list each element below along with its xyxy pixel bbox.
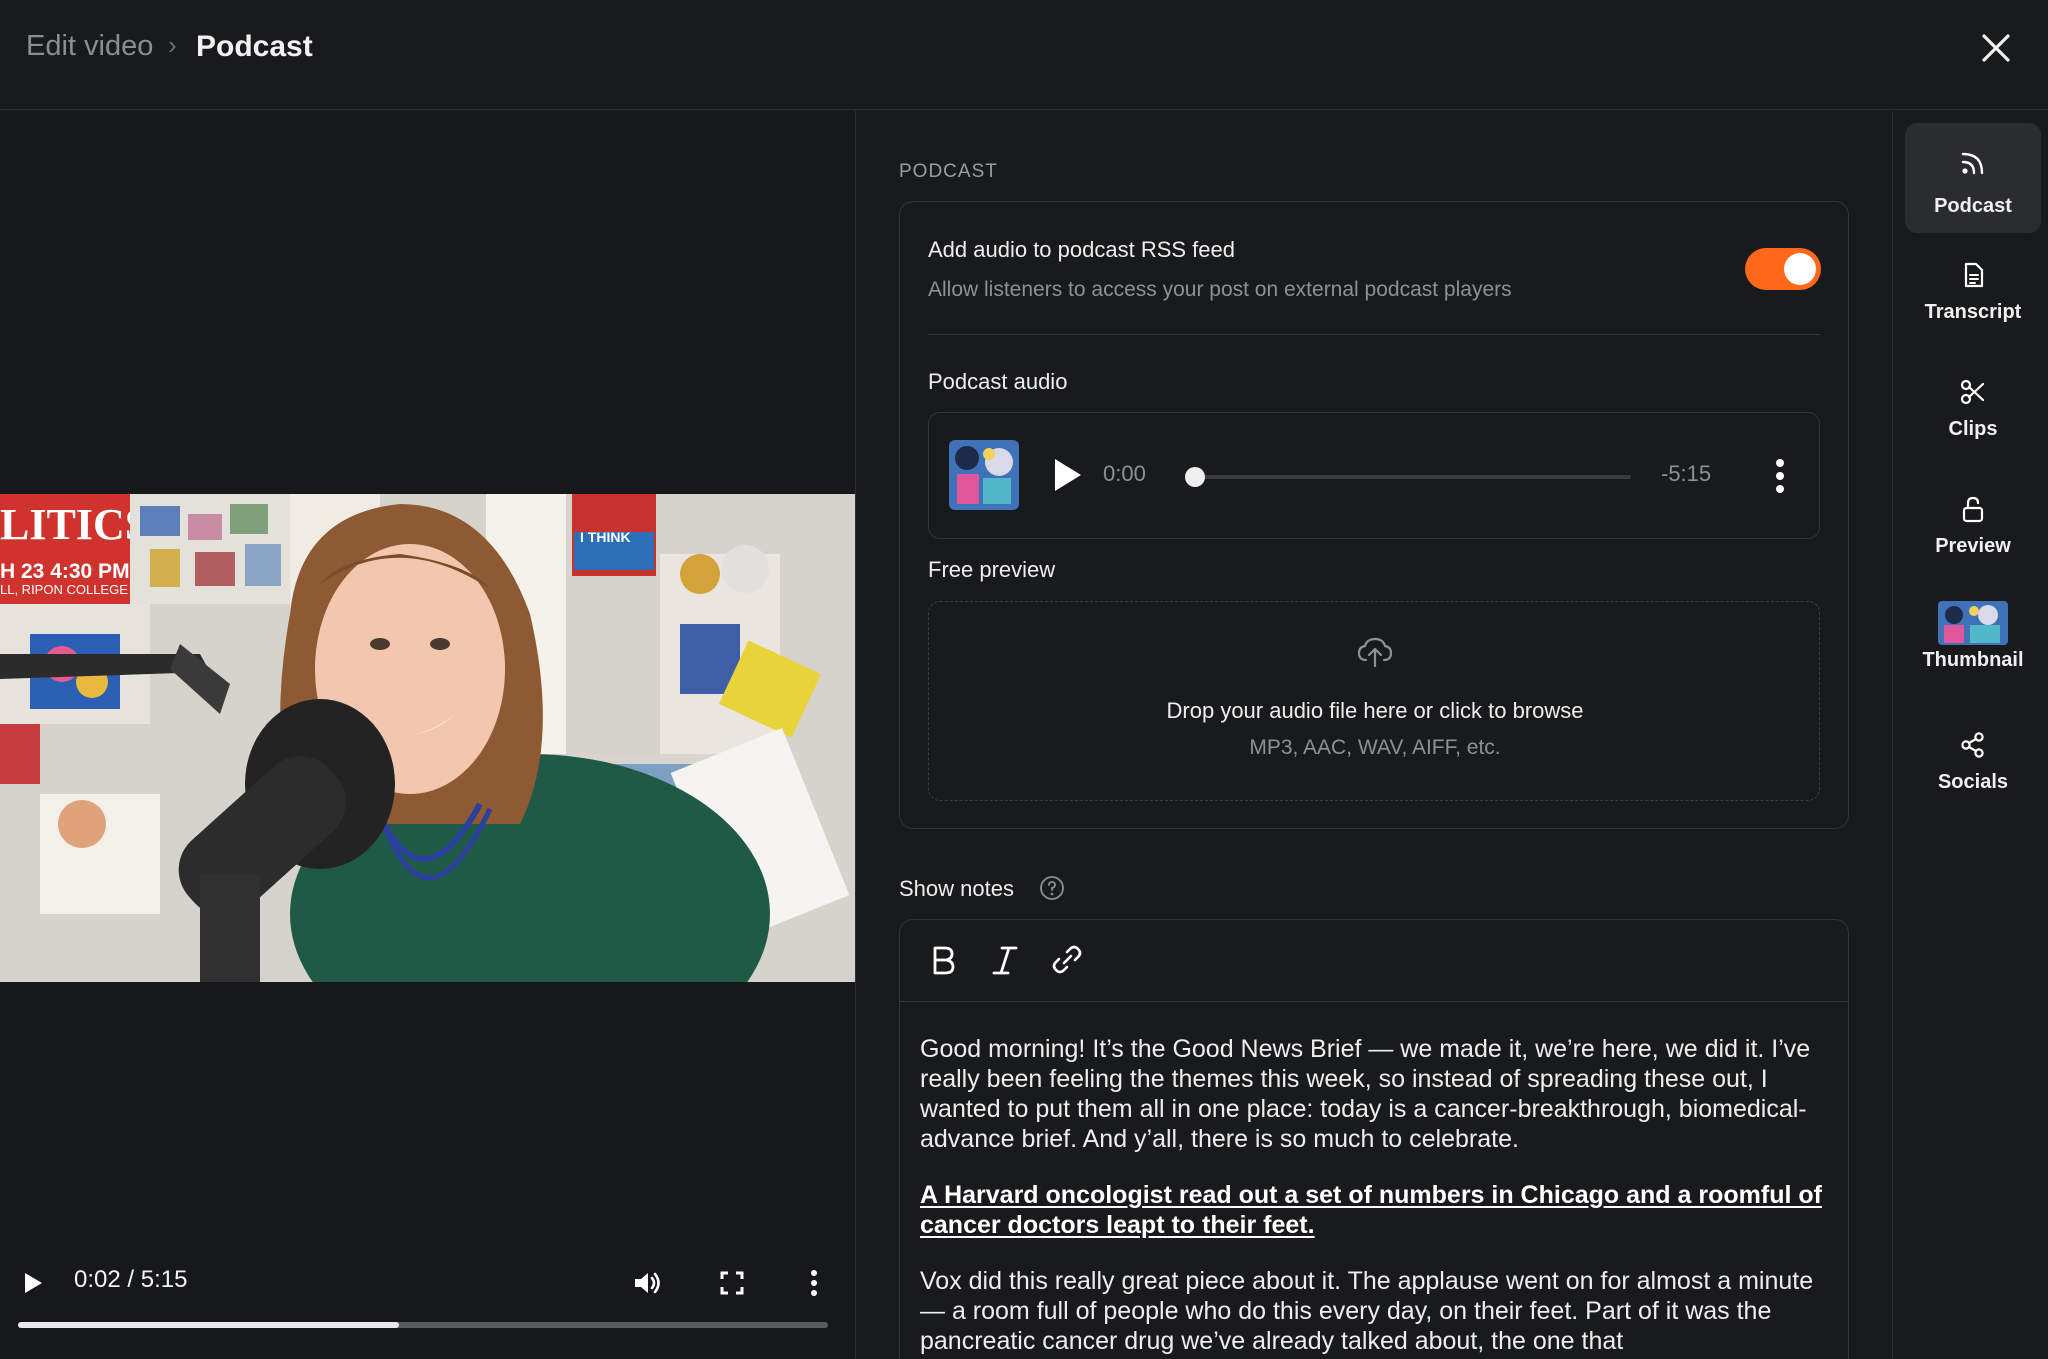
help-icon[interactable] (1039, 875, 1065, 901)
card-divider (928, 334, 1820, 335)
scissors-icon (1960, 379, 1985, 405)
document-icon (1964, 262, 1984, 288)
podcast-settings-panel: PODCAST Add audio to podcast RSS feed Al… (857, 111, 1891, 1359)
audio-scrubber-handle[interactable] (1185, 467, 1205, 487)
section-label: PODCAST (899, 161, 998, 182)
rail-item-clips[interactable]: Clips (1905, 358, 2041, 468)
rail-label-socials: Socials (1937, 771, 2009, 793)
rss-feed-title: Add audio to podcast RSS feed (928, 237, 1235, 262)
breadcrumb-separator: › (168, 30, 177, 60)
free-preview-label: Free preview (928, 557, 1056, 582)
show-notes-label: Show notes (899, 876, 1014, 901)
notes-paragraph-2: Vox did this really great piece about it… (920, 1267, 1814, 1355)
video-frame[interactable]: LITICS H 23 4:30 PM LL, RIPON COLLEGE I … (0, 494, 855, 982)
volume-icon[interactable] (632, 1269, 664, 1297)
unlock-icon (1962, 496, 1984, 523)
notes-heading-link[interactable]: A Harvard oncologist read out a set of n… (920, 1181, 1822, 1239)
video-progress-bar[interactable] (18, 1322, 828, 1328)
rail-label-podcast: Podcast (1934, 195, 2012, 217)
italic-icon[interactable] (988, 942, 1022, 978)
breadcrumb-current-page: Podcast (196, 30, 313, 63)
toggle-knob (1784, 253, 1816, 285)
notes-paragraph-1: Good morning! It’s the Good News Brief —… (920, 1035, 1811, 1153)
rail-item-transcript[interactable]: Transcript (1905, 241, 2041, 351)
dropzone-title: Drop your audio file here or click to br… (1166, 698, 1584, 723)
rss-icon (1961, 152, 1984, 175)
frame-sign-line3: LL, RIPON COLLEGE (0, 582, 128, 597)
frame-poster-text: I THINK (580, 529, 631, 545)
share-icon (1961, 732, 1984, 758)
video-more-icon[interactable] (808, 1269, 820, 1297)
show-notes-editor[interactable]: Good morning! It’s the Good News Brief —… (899, 919, 1849, 1359)
video-player: LITICS H 23 4:30 PM LL, RIPON COLLEGE I … (0, 111, 856, 1359)
rail-label-preview: Preview (1935, 535, 2011, 557)
frame-sign-line1: LITICS (0, 500, 149, 549)
rail-label-transcript: Transcript (1924, 301, 2022, 323)
show-notes-content[interactable]: Good morning! It’s the Good News Brief —… (920, 1034, 1832, 1359)
audio-current-time: 0:00 (1103, 461, 1146, 486)
rss-feed-subtitle: Allow listeners to access your post on e… (928, 278, 1512, 301)
close-icon[interactable] (1978, 30, 2014, 66)
dropzone-formats: MP3, AAC, WAV, AIFF, etc. (1249, 736, 1501, 759)
audio-remaining-time: -5:15 (1661, 461, 1712, 486)
audio-more-icon[interactable] (1775, 457, 1785, 495)
editor-toolbar (900, 920, 1848, 1002)
fullscreen-icon[interactable] (718, 1269, 746, 1297)
link-icon[interactable] (1050, 942, 1084, 978)
bold-icon[interactable] (926, 942, 960, 978)
top-bar: Edit video › Podcast (0, 0, 2048, 110)
rail-item-thumbnail[interactable]: Thumbnail (1905, 601, 2041, 711)
audio-play-icon[interactable] (1053, 457, 1083, 493)
podcast-audio-player: 0:00 -5:15 (928, 412, 1820, 539)
video-play-icon[interactable] (22, 1271, 44, 1295)
rail-label-thumbnail: Thumbnail (1922, 649, 2024, 671)
cloud-upload-icon (1357, 637, 1393, 668)
rail-item-socials[interactable]: Socials (1905, 711, 2041, 821)
editor-side-rail: Podcast Transcript Clips Preview Thumbna… (1892, 111, 2048, 1359)
rail-label-clips: Clips (1948, 418, 1998, 440)
video-frame-image: LITICS H 23 4:30 PM LL, RIPON COLLEGE I … (0, 494, 855, 982)
podcast-audio-label: Podcast audio (928, 369, 1068, 394)
video-time-display: 0:02 / 5:15 (74, 1266, 188, 1293)
frame-sign-line2: H 23 4:30 PM (0, 560, 130, 583)
rail-item-podcast[interactable]: Podcast (1905, 123, 2041, 233)
breadcrumb-edit-video[interactable]: Edit video (26, 30, 153, 63)
audio-thumbnail (949, 440, 1019, 510)
rail-item-preview[interactable]: Preview (1905, 475, 2041, 585)
video-progress-fill (18, 1322, 399, 1328)
audio-scrubber[interactable] (1185, 467, 1631, 487)
free-preview-dropzone[interactable]: Drop your audio file here or click to br… (928, 601, 1820, 801)
rss-feed-toggle[interactable] (1745, 248, 1821, 290)
thumbnail-image (1938, 601, 2008, 645)
